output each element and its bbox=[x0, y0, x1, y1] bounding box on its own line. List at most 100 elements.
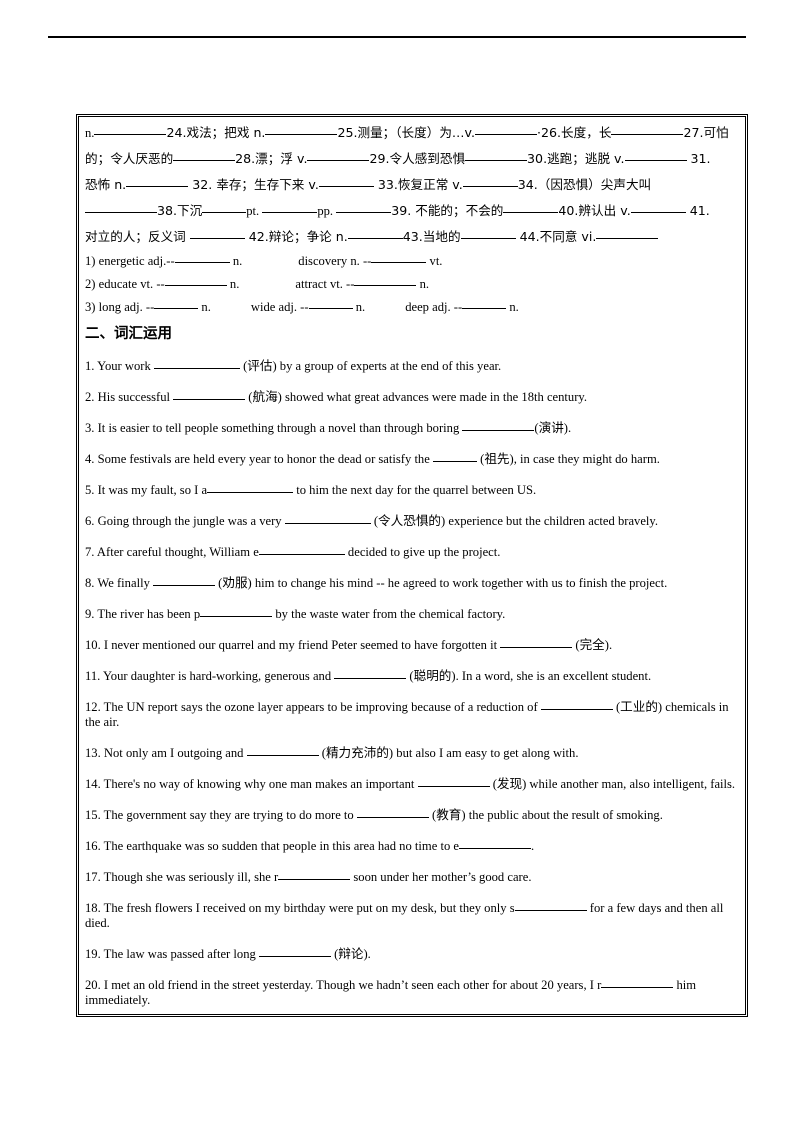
answer-blank[interactable] bbox=[630, 201, 686, 213]
derivation-word: wide adj. -- bbox=[250, 300, 309, 314]
vocabulary-text: 恐怖 n. bbox=[85, 177, 127, 192]
exercise-number: 10. bbox=[85, 638, 101, 652]
answer-blank[interactable] bbox=[246, 744, 319, 756]
answer-blank[interactable] bbox=[154, 297, 199, 309]
exercise-item: 8. We finally (劝服) him to change his min… bbox=[85, 574, 740, 591]
exercise-text-before-blank: Going through the jungle was a very bbox=[94, 514, 285, 528]
answer-blank[interactable] bbox=[307, 149, 370, 161]
answer-blank[interactable] bbox=[356, 806, 429, 818]
vocabulary-text: 30.逃跑；逃脱 v. bbox=[527, 151, 625, 166]
answer-blank[interactable] bbox=[334, 667, 407, 679]
answer-blank[interactable] bbox=[462, 419, 535, 431]
answer-blank[interactable] bbox=[624, 149, 687, 161]
answer-blank[interactable] bbox=[126, 175, 189, 187]
derivation-number: 3) bbox=[85, 300, 96, 314]
answer-blank[interactable] bbox=[85, 201, 157, 213]
exercise-number: 12. bbox=[85, 700, 101, 714]
derivation-block: 1) energetic adj.-- n. discovery n. -- vt… bbox=[85, 250, 740, 319]
answer-blank[interactable] bbox=[462, 175, 518, 187]
worksheet-table: n. 24.戏法；把戏 n. 25.测量；（长度）为…v. ·26.长度，长 27.可怕… bbox=[76, 114, 748, 1017]
derivation-pos: n. bbox=[201, 300, 211, 314]
answer-blank[interactable] bbox=[475, 123, 538, 135]
answer-blank[interactable] bbox=[189, 227, 245, 239]
answer-blank[interactable] bbox=[540, 698, 613, 710]
answer-blank[interactable] bbox=[596, 227, 659, 239]
exercise-item: 17. Though she was seriously ill, she r … bbox=[85, 868, 740, 885]
document-page: n. 24.戏法；把戏 n. 25.测量；（长度）为…v. ·26.长度，长 27.可怕… bbox=[0, 0, 794, 1123]
answer-blank[interactable] bbox=[462, 297, 507, 309]
exercise-number: 20. bbox=[85, 978, 101, 992]
exercise-item: 6. Going through the jungle was a very (… bbox=[85, 512, 740, 529]
derivation-number: 2) bbox=[85, 277, 96, 291]
derivation-line: 2) educate vt. -- n. attract vt. -- n. bbox=[85, 273, 740, 296]
answer-blank[interactable] bbox=[601, 976, 674, 988]
answer-blank[interactable] bbox=[417, 775, 490, 787]
vocabulary-text: 29.令人感到恐惧 bbox=[369, 151, 466, 166]
answer-blank[interactable] bbox=[284, 512, 371, 524]
exercise-item: 2. His successful (航海) showed what great… bbox=[85, 388, 740, 405]
derivation-word: deep adj. -- bbox=[405, 300, 463, 314]
answer-blank[interactable] bbox=[262, 201, 318, 213]
derivation-line: 1) energetic adj.-- n. discovery n. -- vt… bbox=[85, 250, 740, 273]
answer-blank[interactable] bbox=[371, 251, 427, 263]
exercise-text-after-blank: (祖先), in case they might do harm. bbox=[476, 452, 660, 466]
derivation-word: energetic adj.-- bbox=[98, 254, 175, 268]
exercise-item: 16. The earthquake was so sudden that pe… bbox=[85, 837, 740, 854]
exercise-item: 12. The UN report says the ozone layer a… bbox=[85, 698, 740, 730]
vocabulary-text: 42.辩论；争论 n. bbox=[244, 229, 348, 244]
exercise-text-before-blank: After careful thought, William e bbox=[94, 545, 259, 559]
answer-blank[interactable] bbox=[207, 481, 294, 493]
exercise-number: 15. bbox=[85, 808, 101, 822]
vocabulary-line: 对立的人；反义词 42.辩论；争论 n. 43.当地的 44.不同意 vi. bbox=[85, 224, 740, 250]
derivation-pos: n. bbox=[229, 277, 240, 291]
answer-blank[interactable] bbox=[202, 201, 247, 213]
answer-blank[interactable] bbox=[458, 837, 531, 849]
answer-blank[interactable] bbox=[278, 868, 351, 880]
exercise-text-before-blank: The earthquake was so sudden that people… bbox=[100, 839, 459, 853]
derivation-word: attract vt. -- bbox=[295, 277, 355, 291]
answer-blank[interactable] bbox=[258, 543, 345, 555]
answer-blank[interactable] bbox=[354, 274, 417, 286]
answer-blank[interactable] bbox=[94, 123, 167, 135]
answer-blank[interactable] bbox=[265, 123, 338, 135]
exercise-item: 11. Your daughter is hard-working, gener… bbox=[85, 667, 740, 684]
answer-blank[interactable] bbox=[611, 123, 684, 135]
exercise-item: 19. The law was passed after long (辩论). bbox=[85, 945, 740, 962]
answer-blank[interactable] bbox=[500, 636, 573, 648]
answer-blank[interactable] bbox=[514, 899, 587, 911]
vocabulary-text: pp. bbox=[317, 204, 337, 218]
exercise-item: 20. I met an old friend in the street ye… bbox=[85, 976, 740, 1008]
exercise-text-before-blank: The law was passed after long bbox=[100, 947, 259, 961]
vocabulary-line: 38.下沉 pt. pp. 39. 不能的；不会的 40.辨认出 v. 41. bbox=[85, 198, 740, 224]
exercise-item: 4. Some festivals are held every year to… bbox=[85, 450, 740, 467]
answer-blank[interactable] bbox=[336, 201, 392, 213]
header-rule bbox=[48, 36, 746, 38]
answer-blank[interactable] bbox=[465, 149, 528, 161]
answer-blank[interactable] bbox=[173, 388, 246, 400]
exercise-number: 13. bbox=[85, 746, 101, 760]
vocabulary-text: 33.恢复正常 v. bbox=[373, 177, 463, 192]
answer-blank[interactable] bbox=[503, 201, 559, 213]
answer-blank[interactable] bbox=[174, 251, 230, 263]
exercise-text-before-blank: It was my fault, so I a bbox=[94, 483, 208, 497]
vocabulary-text: 28.漂；浮 v. bbox=[235, 151, 308, 166]
exercise-text-before-blank: We finally bbox=[94, 576, 154, 590]
answer-blank[interactable] bbox=[347, 227, 403, 239]
answer-blank[interactable] bbox=[164, 274, 227, 286]
derivation-pos: n. bbox=[509, 300, 519, 314]
answer-blank[interactable] bbox=[432, 450, 477, 462]
answer-blank[interactable] bbox=[153, 357, 240, 369]
answer-blank[interactable] bbox=[308, 297, 353, 309]
answer-blank[interactable] bbox=[258, 945, 331, 957]
exercise-text-after-blank: soon under her mother’s good care. bbox=[350, 870, 532, 884]
exercise-number: 14. bbox=[85, 777, 101, 791]
vocabulary-list-block: n. 24.戏法；把戏 n. 25.测量；（长度）为…v. ·26.长度，长 27.可怕… bbox=[85, 120, 740, 250]
answer-blank[interactable] bbox=[153, 574, 216, 586]
answer-blank[interactable] bbox=[200, 605, 273, 617]
answer-blank[interactable] bbox=[318, 175, 374, 187]
answer-blank[interactable] bbox=[460, 227, 516, 239]
answer-blank[interactable] bbox=[173, 149, 236, 161]
derivation-word: educate vt. -- bbox=[98, 277, 165, 291]
exercise-item: 13. Not only am I outgoing and (精力充沛的) b… bbox=[85, 744, 740, 761]
exercise-text-before-blank: Your work bbox=[94, 359, 154, 373]
